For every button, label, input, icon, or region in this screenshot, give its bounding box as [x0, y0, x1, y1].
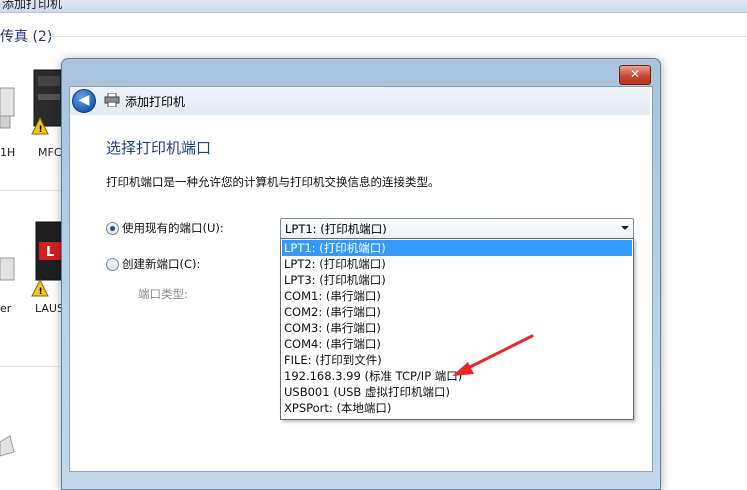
section-divider	[42, 36, 747, 37]
port-option[interactable]: LPT2: (打印机端口)	[282, 256, 632, 272]
device-label: LAUS	[35, 302, 64, 315]
use-existing-port-label[interactable]: 使用现有的端口(U):	[122, 220, 224, 236]
port-option[interactable]: XPSPort: (本地端口)	[282, 400, 632, 416]
device-label: 1H	[0, 146, 16, 159]
port-option[interactable]: COM1: (串行端口)	[282, 288, 632, 304]
printer-icon	[104, 92, 120, 110]
annotation-arrow-icon	[440, 330, 540, 383]
svg-text:L: L	[46, 245, 54, 260]
page-heading: 选择打印机端口	[106, 139, 212, 157]
port-option[interactable]: COM2: (串行端口)	[282, 304, 632, 320]
port-type-label: 端口类型:	[138, 287, 188, 301]
section-divider	[0, 190, 62, 191]
svg-text:!: !	[39, 287, 43, 297]
selected-port-value: LPT1: (打印机端口)	[285, 222, 387, 236]
close-button[interactable]: ✕	[619, 65, 651, 85]
svg-text:!: !	[39, 125, 43, 135]
device-label: MFC	[38, 146, 62, 159]
use-existing-port-radio[interactable]	[106, 222, 119, 235]
mfc-printer-icon[interactable]: !	[30, 66, 65, 145]
create-new-port-radio[interactable]	[106, 258, 119, 271]
background-window-title: 添加打印机	[2, 0, 63, 11]
device-label: er	[0, 302, 12, 315]
dialog-title: 添加打印机	[125, 95, 186, 109]
section-divider	[0, 366, 62, 367]
background-window-titlebar: 添加打印机	[0, 0, 747, 13]
printer-device-icon[interactable]	[0, 78, 16, 141]
page-description: 打印机端口是一种允许您的计算机与打印机交换信息的连接类型。	[106, 175, 440, 189]
port-dropdown-list: LPT1: (打印机端口) LPT2: (打印机端口) LPT3: (打印机端口…	[280, 238, 634, 420]
create-new-port-label[interactable]: 创建新端口(C):	[122, 256, 200, 272]
back-button[interactable]: ◀	[72, 89, 96, 113]
printer-device-icon[interactable]	[0, 432, 16, 465]
port-option[interactable]: LPT1: (打印机端口)	[282, 240, 632, 256]
port-option[interactable]: USB001 (USB 虚拟打印机端口)	[282, 384, 632, 400]
laser-printer-icon[interactable]: L !	[30, 220, 65, 303]
chevron-down-icon[interactable]	[621, 226, 629, 230]
printer-device-icon[interactable]	[0, 250, 16, 293]
existing-port-select[interactable]: LPT1: (打印机端口)	[280, 218, 634, 239]
port-option[interactable]: LPT3: (打印机端口)	[282, 272, 632, 288]
